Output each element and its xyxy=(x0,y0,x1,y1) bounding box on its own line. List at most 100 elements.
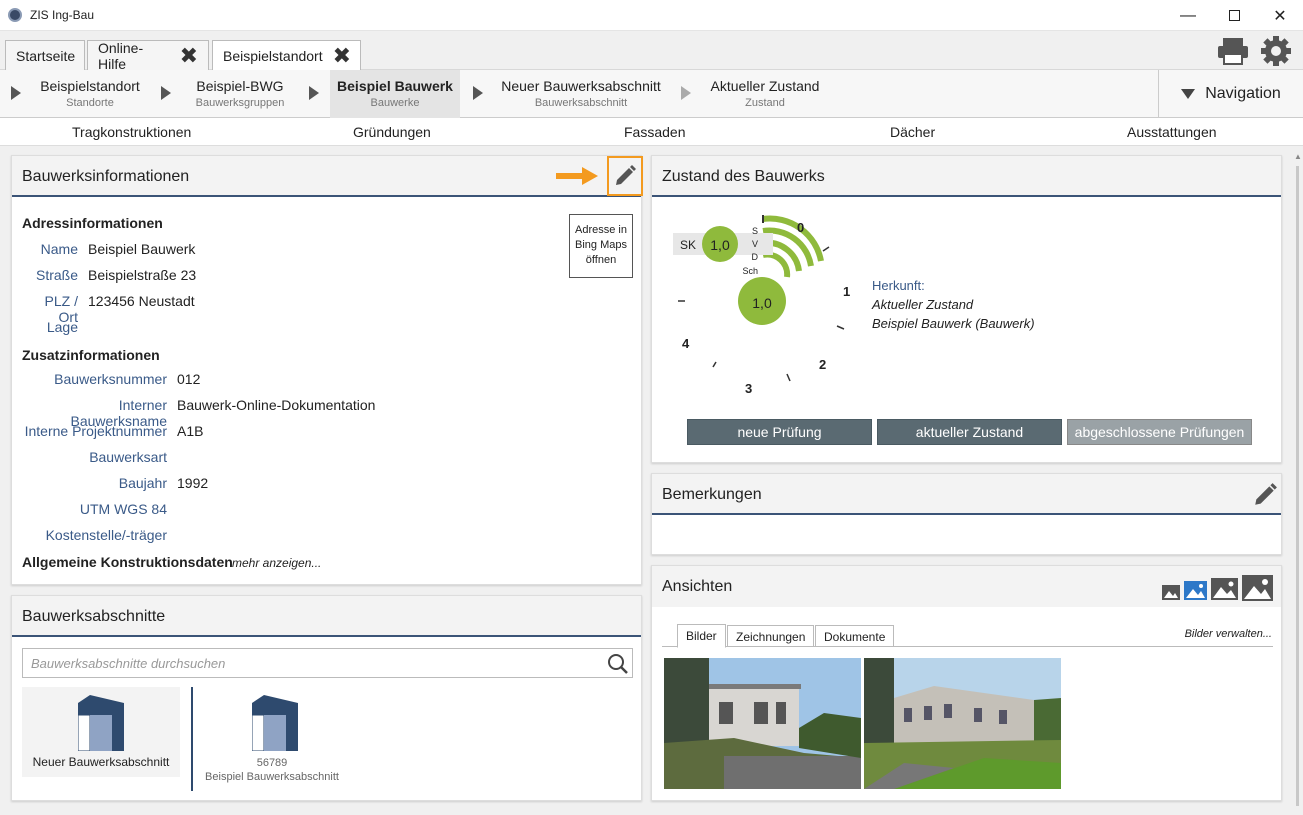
tab-dokumente[interactable]: Dokumente xyxy=(815,625,895,647)
tab-bar: Startseite Online-Hilfe ✖ Beispielstando… xyxy=(0,31,1303,72)
tab-label: Online-Hilfe xyxy=(98,40,144,72)
edit-button[interactable] xyxy=(607,156,643,196)
panel-header: Bemerkungen xyxy=(652,474,1281,515)
pencil-icon xyxy=(616,165,636,185)
printer-icon[interactable] xyxy=(1217,36,1249,66)
image-size-xlarge-icon[interactable] xyxy=(1242,575,1273,601)
building-photo-1[interactable] xyxy=(664,658,861,789)
category-fassaden[interactable]: Fassaden xyxy=(624,124,685,140)
tab-startseite[interactable]: Startseite xyxy=(5,40,85,71)
close-window-button[interactable]: ✕ xyxy=(1257,0,1303,31)
category-nav: Tragkonstruktionen Gründungen Fassaden D… xyxy=(0,118,1303,146)
gear-icon[interactable] xyxy=(1259,35,1293,67)
breadcrumb-subtitle: Bauwerksabschnitt xyxy=(534,97,628,109)
category-ausstattungen[interactable]: Ausstattungen xyxy=(1127,124,1217,140)
project-number-label: Interne Projektnummer xyxy=(24,423,167,439)
building-number-value: 012 xyxy=(177,371,201,387)
breadcrumb: Beispielstandort Standorte Beispiel-BWG … xyxy=(0,70,1303,118)
image-size-small-icon[interactable] xyxy=(1162,585,1180,600)
scale-0: 0 xyxy=(797,220,805,235)
building-number-label: Bauwerksnummer xyxy=(54,371,167,387)
section-card[interactable]: 56789 Beispiel Bauwerksabschnitt xyxy=(202,687,342,791)
breadcrumb-subtitle: Standorte xyxy=(66,97,114,109)
bar-label-v: V xyxy=(751,239,758,249)
close-tab-icon[interactable]: ✖ xyxy=(333,45,351,67)
bar-label-s: S xyxy=(751,226,758,236)
breadcrumb-item-abschnitt[interactable]: Neuer Bauwerksabschnitt Bauwerksabschnit… xyxy=(495,70,667,118)
building-type-label: Bauwerksart xyxy=(89,449,167,465)
image-size-large-icon[interactable] xyxy=(1211,578,1238,600)
category-gruendungen[interactable]: Gründungen xyxy=(353,124,431,140)
building-info-panel: Bauwerksinformationen Adresse in Bing Ma… xyxy=(11,155,643,585)
pencil-icon[interactable] xyxy=(1252,482,1278,508)
tab-zeichnungen[interactable]: Zeichnungen xyxy=(727,625,815,647)
location-label: Lage xyxy=(46,319,78,335)
section-name: Beispiel Bauwerksabschnitt xyxy=(205,771,339,783)
search-icon[interactable] xyxy=(607,653,629,675)
app-icon xyxy=(8,8,22,22)
section-building-icon xyxy=(252,695,298,751)
image-size-medium-icon[interactable] xyxy=(1184,581,1207,600)
scrollbar[interactable]: ▲ xyxy=(1292,146,1303,815)
address-heading: Adressinformationen xyxy=(22,215,163,231)
maximize-button[interactable] xyxy=(1211,0,1257,31)
title-bar: ZIS Ing-Bau — ✕ xyxy=(0,0,1303,31)
manage-images-link[interactable]: Bilder verwalten... xyxy=(1172,628,1272,640)
year-built-value: 1992 xyxy=(177,475,209,491)
breadcrumb-title: Beispiel Bauwerk xyxy=(337,78,453,94)
chevron-right-icon xyxy=(309,86,319,100)
new-inspection-button[interactable]: neue Prüfung xyxy=(687,419,872,445)
section-name: Neuer Bauwerksabschnitt xyxy=(32,755,170,769)
general-heading: Allgemeine Konstruktionsdaten xyxy=(22,554,233,570)
category-tragkonstruktionen[interactable]: Tragkonstruktionen xyxy=(72,124,191,140)
breadcrumb-item-bauwerk[interactable]: Beispiel Bauwerk Bauwerke xyxy=(330,70,460,118)
utm-label: UTM WGS 84 xyxy=(79,501,167,517)
panel-header: Bauwerksabschnitte xyxy=(12,596,641,637)
condition-panel: Zustand des Bauwerks SK 1,0 S V D Sch 1,… xyxy=(651,155,1282,463)
panel-header: Zustand des Bauwerks xyxy=(652,156,1281,197)
tab-beispielstandort[interactable]: Beispielstandort ✖ xyxy=(212,40,361,71)
cost-center-label: Kostenstelle/-träger xyxy=(45,527,167,543)
panel-title: Bauwerksinformationen xyxy=(22,168,190,185)
scrollbar-thumb[interactable] xyxy=(1296,166,1299,806)
bing-maps-button[interactable]: Adresse in Bing Maps öffnen xyxy=(569,214,633,278)
building-photo-2[interactable] xyxy=(864,658,1061,789)
breadcrumb-subtitle: Zustand xyxy=(745,97,785,109)
chevron-right-icon xyxy=(473,86,483,100)
tab-bilder[interactable]: Bilder xyxy=(677,624,726,648)
breadcrumb-item-bwg[interactable]: Beispiel-BWG Bauwerksgruppen xyxy=(180,70,300,118)
scale-3: 3 xyxy=(745,381,753,396)
breadcrumb-item-zustand[interactable]: Aktueller Zustand Zustand xyxy=(700,70,830,118)
minimize-button[interactable]: — xyxy=(1165,0,1211,31)
current-condition-button[interactable]: aktueller Zustand xyxy=(877,419,1062,445)
sk-value: 1,0 xyxy=(710,237,730,253)
origin-line2: Beispiel Bauwerk (Bauwerk) xyxy=(872,316,1035,331)
category-daecher[interactable]: Dächer xyxy=(890,124,935,140)
breadcrumb-title: Beispiel-BWG xyxy=(196,78,284,94)
bar-label-d: D xyxy=(751,252,759,262)
internal-name-value: Bauwerk-Online-Dokumentation xyxy=(177,397,376,413)
scale-4: 4 xyxy=(682,336,690,351)
scroll-up-icon[interactable]: ▲ xyxy=(1294,152,1302,161)
sections-search-input[interactable]: Bauwerksabschnitte durchsuchen xyxy=(22,648,633,678)
zip-city-value: 123456 Neustadt xyxy=(88,293,195,309)
breadcrumb-title: Beispielstandort xyxy=(40,78,140,94)
section-card[interactable]: Neuer Bauwerksabschnitt xyxy=(22,687,180,777)
tab-label: Startseite xyxy=(16,48,76,64)
close-tab-icon[interactable]: ✖ xyxy=(180,45,198,67)
chevron-right-icon xyxy=(11,86,21,100)
views-tabbar: Bilder Zeichnungen Dokumente Bilder verw… xyxy=(662,623,1273,648)
tab-online-hilfe[interactable]: Online-Hilfe ✖ xyxy=(87,40,209,72)
navigation-button[interactable]: Navigation xyxy=(1158,70,1303,118)
breadcrumb-item-standort[interactable]: Beispielstandort Standorte xyxy=(30,70,150,118)
chevron-right-icon xyxy=(681,86,691,100)
more-link[interactable]: mehr anzeigen... xyxy=(232,556,321,570)
scale-1: 1 xyxy=(843,284,851,299)
app-title: ZIS Ing-Bau xyxy=(30,8,95,22)
street-value: Beispielstraße 23 xyxy=(88,267,197,283)
origin-line1: Aktueller Zustand xyxy=(872,297,974,312)
tab-label: Beispielstandort xyxy=(223,48,323,64)
navigation-label: Navigation xyxy=(1205,85,1281,102)
breadcrumb-subtitle: Bauwerksgruppen xyxy=(195,97,285,109)
completed-inspections-button[interactable]: abgeschlossene Prüfungen xyxy=(1067,419,1252,445)
